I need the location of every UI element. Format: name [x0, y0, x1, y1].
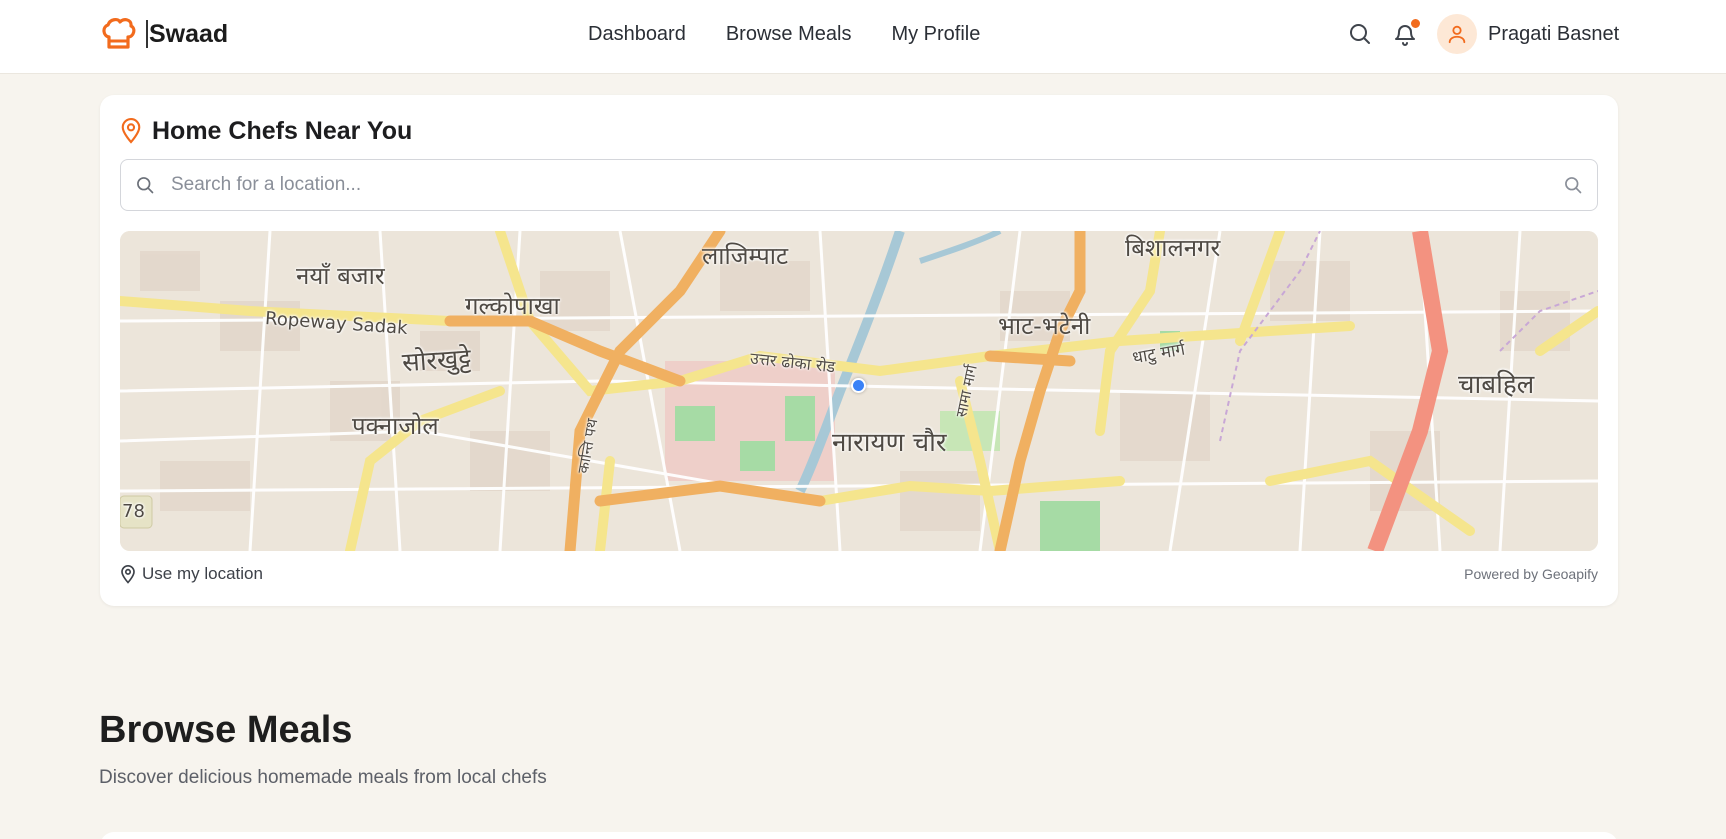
card-header: Home Chefs Near You: [120, 115, 412, 147]
location-search: [120, 159, 1598, 211]
search-icon: [137, 177, 154, 194]
map-label: भाट-भटेनी: [998, 312, 1091, 340]
browse-meals-subtitle: Discover delicious homemade meals from l…: [99, 767, 547, 788]
nav-browse-meals[interactable]: Browse Meals: [726, 20, 852, 48]
home-chefs-card: Home Chefs Near You Search for a locatio…: [100, 95, 1618, 606]
map-label: गल्कोपाखा: [465, 292, 560, 320]
avatar[interactable]: [1437, 14, 1477, 54]
map-label: लाजिम्पाट: [702, 242, 789, 270]
nav-my-profile[interactable]: My Profile: [891, 20, 980, 48]
browse-meals-heading: Browse Meals: [99, 709, 353, 751]
meals-filter-card: [100, 832, 1618, 839]
map-view[interactable]: नयाँ बजार Ropeway Sadak गल्कोपाखा लाजिम्…: [120, 231, 1598, 551]
chef-hat-icon: [102, 18, 136, 49]
map-pin-icon: [121, 118, 141, 144]
map-attribution[interactable]: Powered by Geoapify: [1464, 566, 1598, 582]
card-title: Home Chefs Near You: [152, 117, 413, 145]
map-label: नारायण चौर: [832, 428, 947, 458]
location-search-input[interactable]: [171, 168, 1531, 202]
use-my-location-button[interactable]: Use my location: [120, 564, 263, 584]
brand-logo[interactable]: Swaad: [99, 16, 228, 52]
use-my-location-label: Use my location: [142, 564, 263, 583]
notifications-button[interactable]: [1391, 17, 1422, 48]
search-button[interactable]: [1346, 20, 1374, 48]
nav-dashboard[interactable]: Dashboard: [588, 20, 686, 48]
current-location-marker[interactable]: [851, 378, 866, 393]
map-pin-icon: [121, 564, 135, 584]
brand-name: Swaad: [146, 20, 228, 48]
user-icon: [1448, 25, 1466, 44]
top-navbar: Swaad Dashboard Browse Meals My Profile …: [0, 0, 1726, 74]
map-label: सोरखुट्टे: [401, 343, 473, 379]
map-label: पक्नाजोल: [352, 412, 439, 440]
map-label: चाबहिल: [1458, 370, 1535, 400]
map-label: 78: [122, 501, 145, 522]
main-nav: Dashboard Browse Meals My Profile: [588, 20, 980, 48]
user-name[interactable]: Pragati Basnet: [1488, 20, 1619, 48]
map-label: नयाँ बजार: [296, 262, 385, 290]
map-label: बिशालनगर: [1125, 234, 1221, 262]
notification-badge: [1409, 17, 1422, 30]
search-submit-icon[interactable]: [1563, 175, 1583, 195]
search-icon: [1350, 24, 1370, 44]
